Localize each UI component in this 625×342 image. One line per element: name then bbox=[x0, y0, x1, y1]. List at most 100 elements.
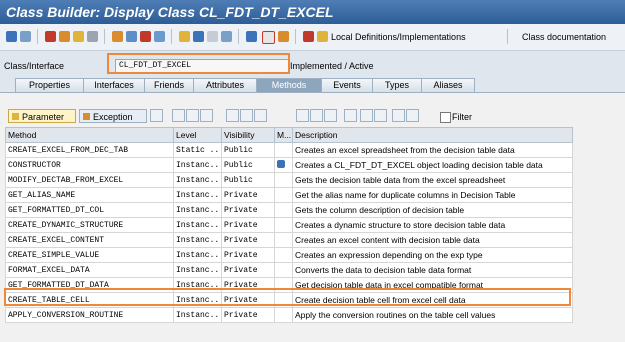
filter-icon[interactable] bbox=[246, 31, 257, 42]
tab-methods[interactable]: Methods bbox=[256, 78, 322, 92]
method-type-cell bbox=[274, 157, 293, 173]
visibility-cell: Private bbox=[221, 307, 275, 323]
description-cell: Creates a dynamic structure to store dec… bbox=[292, 217, 573, 233]
paste-icon[interactable] bbox=[254, 109, 267, 122]
level-cell: Instanc.. bbox=[173, 157, 222, 173]
method-name-cell[interactable]: APPLY_CONVERSION_ROUTINE bbox=[5, 307, 174, 323]
toolbar-separator bbox=[37, 29, 38, 44]
method-name-cell[interactable]: CREATE_EXCEL_FROM_DEC_TAB bbox=[5, 142, 174, 158]
method-type-cell bbox=[274, 187, 293, 203]
description-cell: Gets the column description of decision … bbox=[292, 202, 573, 218]
table-row[interactable]: CREATE_SIMPLE_VALUE Instanc.. Private Creat… bbox=[5, 247, 573, 263]
bookmark-icon[interactable] bbox=[278, 31, 289, 42]
check-icon[interactable] bbox=[87, 31, 98, 42]
undo-icon[interactable] bbox=[392, 109, 405, 122]
sort-icon[interactable] bbox=[193, 31, 204, 42]
method-name-cell[interactable]: MODIFY_DECTAB_FROM_EXCEL bbox=[5, 172, 174, 188]
forward-arrow-icon[interactable] bbox=[20, 31, 31, 42]
method-name-cell[interactable]: GET_ALIAS_NAME bbox=[5, 187, 174, 203]
tab-types[interactable]: Types bbox=[372, 78, 422, 92]
tab-strip: Properties Interfaces Friends Attributes… bbox=[0, 78, 625, 92]
list-icon[interactable] bbox=[221, 31, 232, 42]
visibility-cell: Private bbox=[221, 247, 275, 263]
back-arrow-icon[interactable] bbox=[6, 31, 17, 42]
method-name-cell[interactable]: CREATE_EXCEL_CONTENT bbox=[5, 232, 174, 248]
frame-icon[interactable] bbox=[207, 31, 218, 42]
table-row[interactable]: CREATE_DYNAMIC_STRUCTURE Instanc.. Private… bbox=[5, 217, 573, 233]
table-row[interactable]: FORMAT_EXCEL_DATA Instanc.. Private Convert… bbox=[5, 262, 573, 278]
level-cell: Static .. bbox=[173, 142, 222, 158]
application-toolbar: Local Definitions/Implementations Class … bbox=[0, 24, 625, 51]
description-cell: Gets the decision table data from the ex… bbox=[292, 172, 573, 188]
level-cell: Instanc.. bbox=[173, 232, 222, 248]
filter-label: Filter bbox=[452, 112, 472, 122]
table-row[interactable]: APPLY_CONVERSION_ROUTINE Instanc.. Private… bbox=[5, 307, 573, 323]
column-header-description[interactable]: Description bbox=[292, 127, 573, 143]
move-icon[interactable] bbox=[296, 109, 309, 122]
column-header-level[interactable]: Level bbox=[173, 127, 222, 143]
person-icon[interactable] bbox=[344, 109, 357, 122]
tab-friends[interactable]: Friends bbox=[144, 78, 194, 92]
test-icon[interactable] bbox=[126, 31, 137, 42]
level-cell: Instanc.. bbox=[173, 247, 222, 263]
delete-row-icon[interactable] bbox=[186, 109, 199, 122]
navigate-icon[interactable] bbox=[303, 31, 314, 42]
methods-toolbar: Parameter Exception Filter bbox=[0, 93, 625, 126]
copy-icon[interactable] bbox=[240, 109, 253, 122]
table-row[interactable]: GET_FORMATTED_DT_COL Instanc.. Private Gets… bbox=[5, 202, 573, 218]
constructor-icon bbox=[277, 160, 285, 168]
description-cell: Creates an excel content with decision t… bbox=[292, 232, 573, 248]
find-next-icon[interactable] bbox=[374, 109, 387, 122]
table-row[interactable]: GET_ALIAS_NAME Instanc.. Private Get the al… bbox=[5, 187, 573, 203]
level-cell: Instanc.. bbox=[173, 307, 222, 323]
table-row[interactable]: CONSTRUCTOR Instanc.. Public Creates a CL_F… bbox=[5, 157, 573, 173]
cut-icon[interactable] bbox=[226, 109, 239, 122]
activate-icon[interactable] bbox=[112, 31, 123, 42]
tab-attributes[interactable]: Attributes bbox=[193, 78, 257, 92]
clipboard-icon[interactable] bbox=[324, 109, 337, 122]
toolbar-separator bbox=[507, 29, 508, 44]
method-name-cell[interactable]: CONSTRUCTOR bbox=[5, 157, 174, 173]
class-documentation-button[interactable]: Class documentation bbox=[522, 32, 606, 42]
other-object-icon[interactable] bbox=[73, 31, 84, 42]
column-header-visibility[interactable]: Visibility bbox=[221, 127, 275, 143]
redo-icon[interactable] bbox=[406, 109, 419, 122]
column-header-method[interactable]: Method bbox=[5, 127, 174, 143]
tab-interfaces[interactable]: Interfaces bbox=[83, 78, 145, 92]
method-name-cell[interactable]: CREATE_DYNAMIC_STRUCTURE bbox=[5, 217, 174, 233]
tab-aliases[interactable]: Aliases bbox=[421, 78, 475, 92]
highlight-box-row bbox=[4, 288, 571, 306]
display-object-list-icon[interactable] bbox=[154, 31, 165, 42]
parameter-button[interactable]: Parameter bbox=[8, 109, 76, 123]
where-used-icon[interactable] bbox=[140, 31, 151, 42]
duplicate-icon[interactable] bbox=[310, 109, 323, 122]
local-definitions-button[interactable]: Local Definitions/Implementations bbox=[331, 32, 466, 42]
source-code-icon[interactable] bbox=[150, 109, 163, 122]
method-name-cell[interactable]: CREATE_SIMPLE_VALUE bbox=[5, 247, 174, 263]
tab-events[interactable]: Events bbox=[321, 78, 373, 92]
find-icon[interactable] bbox=[360, 109, 373, 122]
edit-icon[interactable] bbox=[45, 31, 56, 42]
column-header-m[interactable]: M... bbox=[274, 127, 293, 143]
method-name-cell[interactable]: GET_FORMATTED_DT_COL bbox=[5, 202, 174, 218]
filter-checkbox[interactable] bbox=[440, 112, 451, 123]
local-definitions-icon[interactable] bbox=[317, 31, 328, 42]
toolbar-separator bbox=[104, 29, 105, 44]
level-cell: Instanc.. bbox=[173, 187, 222, 203]
table-row[interactable]: CREATE_EXCEL_CONTENT Instanc.. Private Crea… bbox=[5, 232, 573, 248]
hierarchy-icon[interactable] bbox=[179, 31, 190, 42]
exception-button[interactable]: Exception bbox=[79, 109, 147, 123]
level-cell: Instanc.. bbox=[173, 172, 222, 188]
level-cell: Instanc.. bbox=[173, 262, 222, 278]
method-type-cell bbox=[274, 247, 293, 263]
tab-properties[interactable]: Properties bbox=[15, 78, 84, 92]
table-row[interactable]: MODIFY_DECTAB_FROM_EXCEL Instanc.. Public G… bbox=[5, 172, 573, 188]
insert-row-icon[interactable] bbox=[172, 109, 185, 122]
method-name-cell[interactable]: FORMAT_EXCEL_DATA bbox=[5, 262, 174, 278]
info-icon[interactable] bbox=[262, 31, 275, 44]
highlight-box-class bbox=[107, 53, 290, 74]
display-change-icon[interactable] bbox=[59, 31, 70, 42]
exception-label: Exception bbox=[93, 112, 133, 122]
select-row-icon[interactable] bbox=[200, 109, 213, 122]
table-row[interactable]: CREATE_EXCEL_FROM_DEC_TAB Static .. Public… bbox=[5, 142, 573, 158]
